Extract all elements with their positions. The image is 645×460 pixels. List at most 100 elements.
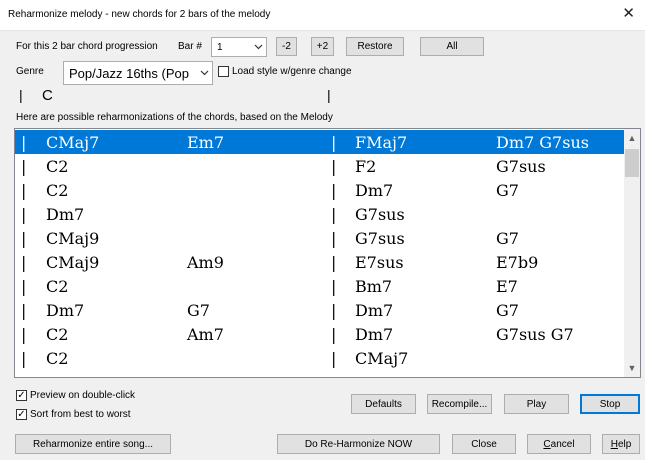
chord-c4: G7 (496, 229, 519, 248)
chord-c3: Dm7 (355, 181, 394, 200)
bar-separator: | (21, 205, 27, 224)
bar-label: Bar # (178, 41, 202, 52)
chevron-down-icon (196, 70, 212, 76)
chord-c2: Am9 (187, 253, 224, 272)
bar-separator: | (331, 325, 337, 344)
bar-separator: | (331, 253, 337, 272)
load-style-box[interactable] (218, 66, 229, 77)
bar-separator: | (331, 181, 337, 200)
plus-two-button[interactable]: +2 (311, 37, 334, 56)
chord-c2: G7 (187, 301, 210, 320)
recompile-button[interactable]: Recompile... (427, 394, 492, 414)
chord-c3: Dm7 (355, 301, 394, 320)
chord-c4: G7sus G7 (496, 325, 574, 344)
bar-separator: | (331, 349, 337, 368)
reharmonize-song-button[interactable]: Reharmonize entire song... (15, 434, 171, 454)
chord-c1: Dm7 (46, 205, 85, 224)
bar-separator: | (331, 157, 337, 176)
chord-c4: Dm7 G7sus (496, 133, 589, 152)
bar-separator: | (331, 301, 337, 320)
chord-c1: Dm7 (46, 301, 85, 320)
chord-c1: C2 (46, 349, 69, 368)
chord-c2: Em7 (187, 133, 225, 152)
minus-two-button[interactable]: -2 (276, 37, 297, 56)
chord-c3: G7sus (355, 229, 405, 248)
list-scrollbar[interactable]: ▲ ▼ (624, 129, 640, 377)
play-button[interactable]: Play (504, 394, 569, 414)
all-button[interactable]: All (420, 37, 484, 56)
cancel-label: ancel (550, 438, 575, 450)
preview-check-icon[interactable]: ✓ (16, 390, 27, 401)
reharmonization-list[interactable]: | CMaj7 Em7 | FMaj7 Dm7 G7sus | C2 | F2 G7sus | C2 | D… (14, 128, 641, 378)
bar-number-select[interactable]: 1 (211, 37, 267, 57)
help-button[interactable]: Help (602, 434, 640, 454)
genre-value: Pop/Jazz 16ths (Pop (69, 65, 189, 81)
close-button[interactable]: Close (452, 434, 516, 454)
load-style-checkbox[interactable]: Load style w/genre change (218, 66, 352, 77)
current-chord: C (42, 87, 53, 104)
reharmonization-row[interactable]: | Dm7 G7 | Dm7 G7 (15, 298, 624, 322)
bar-separator: | (331, 277, 337, 296)
sort-label: Sort from best to worst (30, 409, 131, 420)
chord-c2: Am7 (187, 325, 224, 344)
stop-button[interactable]: Stop (580, 394, 640, 414)
bar-separator: | (21, 325, 27, 344)
chord-c3: Dm7 (355, 325, 394, 344)
current-bar-start: | (19, 87, 23, 103)
bar-number-value: 1 (217, 41, 223, 53)
cancel-mnemonic: C (543, 438, 551, 450)
progression-label: For this 2 bar chord progression (16, 41, 158, 52)
do-reharmonize-button[interactable]: Do Re-Harmonize NOW (277, 434, 440, 454)
reharmonization-row[interactable]: | C2 | CMaj7 (15, 346, 624, 370)
help-mnemonic: H (610, 438, 618, 450)
sort-checkbox[interactable]: ✓ Sort from best to worst (16, 409, 131, 420)
genre-select[interactable]: Pop/Jazz 16ths (Pop (63, 61, 213, 85)
reharmonization-row[interactable]: | CMaj7 Em7 | FMaj7 Dm7 G7sus (15, 130, 624, 154)
restore-button[interactable]: Restore (346, 37, 404, 56)
chord-c3: FMaj7 (355, 133, 408, 152)
chord-c1: C2 (46, 325, 69, 344)
chord-c4: G7sus (496, 157, 546, 176)
chord-c3: CMaj7 (355, 349, 409, 368)
chord-c1: CMaj9 (46, 253, 100, 272)
title-bar: Reharmonize melody - new chords for 2 ba… (0, 0, 645, 31)
chord-c1: C2 (46, 277, 69, 296)
preview-checkbox[interactable]: ✓ Preview on double-click (16, 390, 135, 401)
chord-c4: E7b9 (496, 253, 539, 272)
reharmonization-row[interactable]: | C2 | F2 G7sus (15, 154, 624, 178)
bar-separator: | (21, 229, 27, 248)
bar-separator: | (21, 133, 27, 152)
reharmonization-row[interactable]: | CMaj9 | G7sus G7 (15, 226, 624, 250)
close-icon[interactable]: ✕ (622, 6, 635, 22)
chord-c4: G7 (496, 181, 519, 200)
defaults-button[interactable]: Defaults (351, 394, 416, 414)
chord-c1: CMaj9 (46, 229, 100, 248)
scroll-thumb[interactable] (625, 149, 639, 177)
chord-c1: CMaj7 (46, 133, 100, 152)
reharmonization-row[interactable]: | C2 | Dm7 G7 (15, 178, 624, 202)
scroll-up-icon[interactable]: ▲ (624, 131, 640, 145)
sort-check-icon[interactable]: ✓ (16, 409, 27, 420)
reharmonization-row[interactable]: | Dm7 | G7sus (15, 202, 624, 226)
reharmonization-row[interactable]: | C2 Am7 | Dm7 G7sus G7 (15, 322, 624, 346)
bar-separator: | (331, 205, 337, 224)
bar-separator: | (21, 253, 27, 272)
bar-separator: | (21, 181, 27, 200)
bar-separator: | (21, 349, 27, 368)
chevron-down-icon (250, 44, 266, 50)
possible-reharm-label: Here are possible reharmonizations of th… (16, 112, 333, 123)
reharmonization-row[interactable]: | C2 | Bm7 E7 (15, 274, 624, 298)
bar-separator: | (21, 301, 27, 320)
cancel-button[interactable]: Cancel (527, 434, 591, 454)
bar-separator: | (21, 277, 27, 296)
scroll-down-icon[interactable]: ▼ (624, 361, 640, 375)
reharmonization-row[interactable]: | CMaj9 Am9 | E7sus E7b9 (15, 250, 624, 274)
genre-label: Genre (16, 66, 44, 77)
chord-c4: G7 (496, 301, 519, 320)
bar-separator: | (21, 157, 27, 176)
chord-c1: C2 (46, 181, 69, 200)
chord-c1: C2 (46, 157, 69, 176)
chord-c3: F2 (355, 157, 377, 176)
load-style-label: Load style w/genre change (232, 66, 352, 77)
bar-separator: | (331, 229, 337, 248)
